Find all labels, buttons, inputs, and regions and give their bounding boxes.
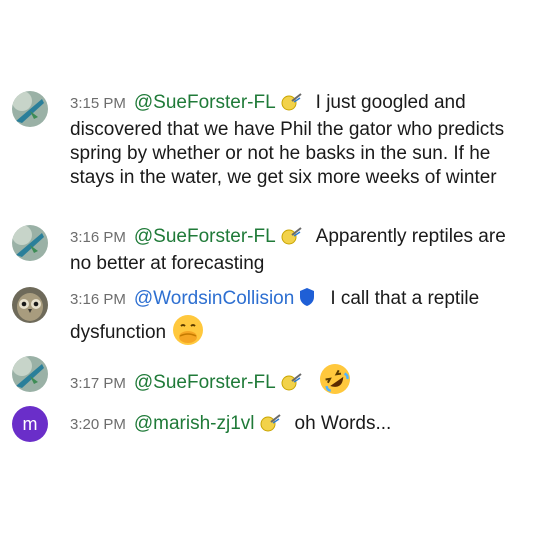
user-avatar[interactable] [12,287,48,323]
member-badge-icon [280,227,302,252]
avatar-letter: m [22,414,38,434]
author-name[interactable]: @marish-zj1vl [134,413,255,434]
timestamp: 3:15 PM [70,95,126,112]
member-badge-icon [280,373,302,398]
chat-message: 3:17 PM @SueForster-FL [0,356,540,403]
member-badge-icon [280,93,302,118]
chat-message: 3:16 PM @WordsinCollision I call that a r… [0,287,540,353]
timestamp: 3:20 PM [70,416,126,433]
message-text: oh Words... [294,413,392,434]
timestamp: 3:16 PM [70,229,126,246]
hummingbird-avatar-icon [12,91,48,127]
user-avatar[interactable] [12,225,48,261]
hummingbird-avatar-icon [12,225,48,261]
user-avatar[interactable] [12,356,48,392]
rolling-on-floor-laughing-icon [318,362,352,403]
owl-avatar-icon [12,287,48,323]
user-avatar[interactable] [12,91,48,127]
author-name[interactable]: @SueForster-FL [134,92,276,113]
timestamp: 3:16 PM [70,291,126,308]
moderator-shield-icon [298,287,316,314]
chat-message: m 3:20 PM @marish-zj1vl oh Words... [0,406,540,442]
face-with-hand-over-mouth-icon [172,314,204,353]
timestamp: 3:17 PM [70,375,126,392]
hummingbird-avatar-icon [12,356,48,392]
author-name[interactable]: @WordsinCollision [134,288,294,309]
chat-message: 3:15 PM @SueForster-FL I just googled and… [0,91,540,190]
author-name[interactable]: @SueForster-FL [134,226,276,247]
chat-message: 3:16 PM @SueForster-FL Apparently reptile… [0,225,540,276]
member-badge-icon [259,414,281,439]
author-name[interactable]: @SueForster-FL [134,372,276,393]
user-avatar[interactable]: m [12,406,48,442]
